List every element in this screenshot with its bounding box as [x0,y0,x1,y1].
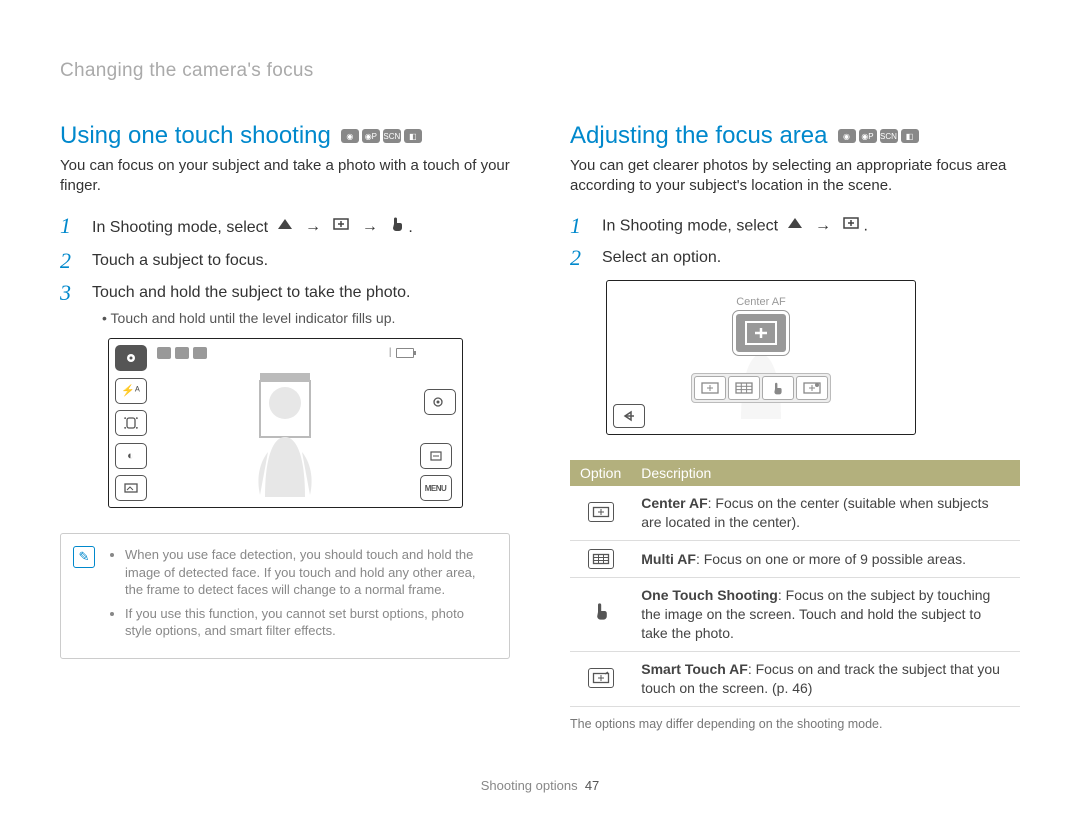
left-intro: You can focus on your subject and take a… [60,156,510,197]
up-arrow-icon [786,215,804,237]
step-number: 2 [60,250,78,272]
ev-icon: ◐ [115,443,147,469]
smart-touch-desc: Smart Touch AF: Focus on and track the s… [631,652,1020,707]
options-table: Option Description Center AF: Focus on t… [570,460,1020,707]
multi-af-icon [588,549,614,569]
multi-af-desc: Multi AF: Focus on one or more of 9 poss… [631,540,1020,578]
table-row: Multi AF: Focus on one or more of 9 poss… [570,540,1020,578]
center-af-icon [588,502,614,522]
left-step2: Touch a subject to focus. [92,250,510,272]
mode-badge-icon [115,345,147,371]
left-step1: In Shooting mode, select → → . [92,215,510,240]
left-step1-text: In Shooting mode, select [92,218,273,235]
back-button-icon [613,404,645,428]
left-section-title: Using one touch shooting ◉ ◉P SCN ◧ [60,122,510,150]
left-steps: 1 In Shooting mode, select → → . 2 Touch… [60,215,510,329]
scene-mode-icon: SCN [383,129,401,143]
flash-auto-icon: ⚡ᴬ [115,378,147,404]
selected-focus-label: Center AF [733,296,789,308]
step-number: 1 [570,215,588,237]
arrow-icon: → [362,218,378,235]
focus-target-icon [332,216,350,238]
note-box: ✎ When you use face detection, you shoul… [60,533,510,659]
left-step3: Touch and hold the subject to take the p… [92,282,510,328]
arrow-icon: → [815,217,831,234]
touch-hand-icon [389,215,405,240]
right-step2: Select an option. [602,247,1020,269]
option-smart-touch-icon [796,376,828,400]
right-intro: You can get clearer photos by selecting … [570,156,1020,197]
right-title-text: Adjusting the focus area [570,122,828,150]
option-multi-af-icon [728,376,760,400]
one-touch-desc: One Touch Shooting: Focus on the subject… [631,578,1020,652]
left-step3-sub: • Touch and hold until the level indicat… [102,309,510,329]
top-status-icons [157,347,207,359]
table-row: Smart Touch AF: Focus on and track the s… [570,652,1020,707]
focus-option-row [691,373,831,403]
page-number: 47 [585,778,599,793]
right-step1: In Shooting mode, select → . [602,215,1020,238]
option-one-touch-icon [762,376,794,400]
scene-mode-icon: SCN [880,129,898,143]
arrow-icon: → [305,218,321,235]
page-footer: Shooting options 47 [0,778,1080,793]
camera-mode-icon: ◉ [838,129,856,143]
table-row: One Touch Shooting: Focus on the subject… [570,578,1020,652]
step-number: 3 [60,282,78,304]
focus-target-icon [842,215,860,237]
footer-section: Shooting options [481,778,578,793]
th-description: Description [631,460,1020,486]
slider-icon [420,443,452,469]
th-option: Option [570,460,631,486]
left-title-text: Using one touch shooting [60,122,331,150]
breadcrumb: Changing the camera's focus [60,60,1020,82]
note-item-1: When you use face detection, you should … [125,546,493,599]
note-item-2: If you use this function, you cannot set… [125,605,493,640]
one-touch-shooting-icon [590,600,612,629]
left-step3-text: Touch and hold the subject to take the p… [92,284,410,301]
battery-icon [396,348,414,358]
mode-icon-row: ◉ ◉P SCN ◧ [341,129,422,143]
table-row: Center AF: Focus on the center (suitable… [570,486,1020,540]
camera-mode-icon: ◉ [341,129,359,143]
camera-ui-screenshot-1: ⚡ᴬ ◐ | MENU [108,338,463,508]
subject-silhouette [230,367,340,497]
right-step1-text: In Shooting mode, select [602,217,783,234]
step-number: 2 [570,247,588,269]
right-section-title: Adjusting the focus area ◉ ◉P SCN ◧ [570,122,1020,150]
options-footnote: The options may differ depending on the … [570,717,1020,731]
note-info-icon: ✎ [73,546,95,568]
gallery-icon [115,475,147,501]
dual-mode-icon: ◧ [901,129,919,143]
step-number: 1 [60,215,78,237]
camera-ui-screenshot-2: Center AF [606,280,916,435]
program-mode-icon: ◉P [362,129,380,143]
right-column: Adjusting the focus area ◉ ◉P SCN ◧ You … [570,122,1020,731]
face-detect-icon [115,410,147,436]
center-af-desc: Center AF: Focus on the center (suitable… [631,486,1020,540]
option-center-af-icon [694,376,726,400]
left-column: Using one touch shooting ◉ ◉P SCN ◧ You … [60,122,510,731]
center-af-large-icon [733,311,789,355]
program-mode-icon: ◉P [859,129,877,143]
mode-icon-row: ◉ ◉P SCN ◧ [838,129,919,143]
right-steps: 1 In Shooting mode, select → . 2 Select … [570,215,1020,270]
up-arrow-icon [276,216,294,238]
menu-button: MENU [420,475,452,501]
top-right-status: | [389,347,414,358]
dual-mode-icon: ◧ [404,129,422,143]
smart-touch-af-icon [588,668,614,688]
selected-focus-option: Center AF [733,296,789,355]
